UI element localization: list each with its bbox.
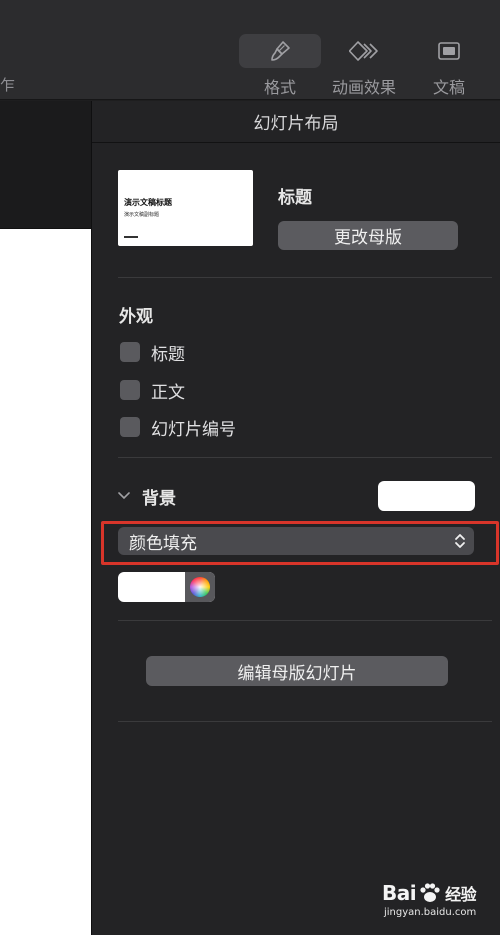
red-highlight-box: [101, 521, 499, 565]
toolbar-cut-label: 乍: [0, 76, 16, 94]
background-section-toggle[interactable]: 背景: [118, 481, 176, 511]
title-checkbox[interactable]: [120, 342, 140, 362]
layout-name: 标题: [278, 188, 312, 208]
thumbnail-footer-line: [124, 236, 138, 238]
body-checkbox[interactable]: [120, 380, 140, 400]
inspector-panel: 幻灯片布局 演示文稿标题 演示文稿副标题 标题 更改母版 外观 标题 正文 幻灯…: [91, 101, 500, 935]
background-color-well[interactable]: [378, 481, 475, 511]
thumbnail-subtitle: 演示文稿副标题: [124, 212, 160, 218]
slide-preview[interactable]: [0, 229, 91, 935]
watermark-brand-b: 经验: [445, 885, 477, 904]
color-wheel-button[interactable]: [185, 572, 215, 602]
appearance-slide-number-checkbox-row[interactable]: 幻灯片编号: [120, 416, 236, 440]
edit-master-slide-button[interactable]: 编辑母版幻灯片: [146, 656, 448, 686]
appearance-body-checkbox-row[interactable]: 正文: [120, 379, 185, 403]
document-icon: [438, 42, 460, 60]
layout-thumbnail[interactable]: 演示文稿标题 演示文稿副标题: [118, 170, 253, 246]
format-button-label: 格式: [263, 78, 296, 97]
chevron-down-icon: [118, 492, 134, 500]
document-button-label: 文稿: [432, 78, 465, 97]
slide-canvas: [0, 101, 91, 935]
canvas-background: [0, 101, 91, 229]
title-checkbox-label: 标题: [151, 344, 185, 365]
divider: [118, 457, 492, 458]
appearance-title-checkbox-row[interactable]: 标题: [120, 341, 185, 365]
animate-button[interactable]: 动画效果: [323, 34, 405, 98]
paintbrush-icon: [271, 41, 290, 61]
document-button[interactable]: 文稿: [408, 34, 490, 98]
color-wheel-icon: [190, 577, 210, 597]
fill-color-swatch[interactable]: [118, 572, 215, 602]
background-title: 背景: [142, 488, 176, 509]
watermark-url: jingyan.baidu.com: [384, 907, 477, 918]
inspector-title: 幻灯片布局: [92, 101, 500, 143]
toolbar: 乍 格式 动画效果 文稿: [0, 0, 500, 100]
diamond-icon: [349, 41, 378, 61]
format-button[interactable]: 格式: [239, 34, 321, 98]
divider: [118, 721, 492, 722]
divider: [118, 620, 492, 621]
appearance-title: 外观: [119, 307, 153, 327]
slide-number-checkbox[interactable]: [120, 417, 140, 437]
thumbnail-title: 演示文稿标题: [124, 198, 172, 207]
slide-number-checkbox-label: 幻灯片编号: [151, 419, 236, 440]
paw-icon: [420, 883, 440, 902]
baidu-watermark: Bai 经验 jingyan.baidu.com: [382, 880, 492, 924]
animate-button-label: 动画效果: [331, 78, 396, 97]
change-master-button[interactable]: 更改母版: [278, 221, 458, 250]
watermark-brand-a: Bai: [382, 881, 417, 905]
body-checkbox-label: 正文: [151, 382, 185, 403]
divider: [118, 277, 492, 278]
